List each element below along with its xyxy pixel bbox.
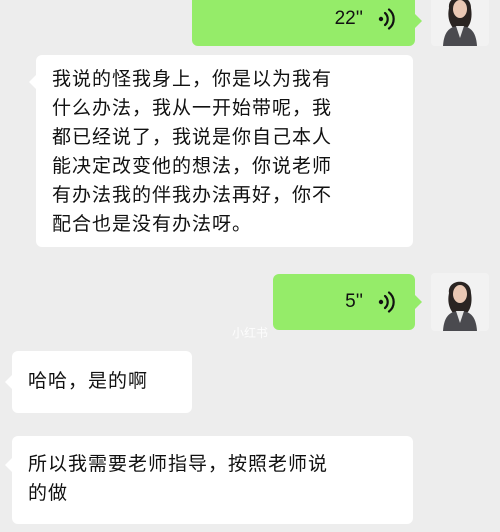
- message-line: 所以我需要老师指导，按照老师说: [28, 453, 329, 475]
- message-line: 有办法我的伴我办法再好，你不: [52, 184, 333, 206]
- message-line: 我说的怪我身上，你是以为我有: [52, 68, 333, 90]
- message-line: 配合也是没有办法呀。: [52, 213, 253, 235]
- incoming-text-bubble: 我说的怪我身上，你是以为我有 什么办法，我从一开始带呢，我 都已经说了，我说是你…: [29, 55, 413, 247]
- voice-message-bubble[interactable]: 22'': [192, 0, 422, 46]
- message-line: 都已经说了，我说是你自己本人: [52, 126, 333, 148]
- message-line: 能决定改变他的想法，你说老师: [52, 155, 333, 177]
- message-line: 的做: [28, 482, 69, 504]
- voice-wave-icon: [378, 291, 395, 313]
- watermark: 小红书: [232, 326, 269, 340]
- message-line: 什么办法，我从一开始带呢，我: [52, 97, 333, 119]
- voice-wave-icon: [378, 8, 395, 30]
- incoming-text-bubble: 哈哈，是的啊: [5, 351, 192, 413]
- voice-duration: 5'': [345, 291, 363, 312]
- incoming-text-bubble: 所以我需要老师指导，按照老师说 的做: [5, 436, 413, 524]
- user-avatar[interactable]: [431, 0, 489, 46]
- voice-duration: 22'': [334, 8, 363, 29]
- voice-message-bubble[interactable]: 5'': [273, 274, 422, 330]
- message-line: 哈哈，是的啊: [28, 370, 149, 392]
- user-avatar[interactable]: [431, 273, 489, 331]
